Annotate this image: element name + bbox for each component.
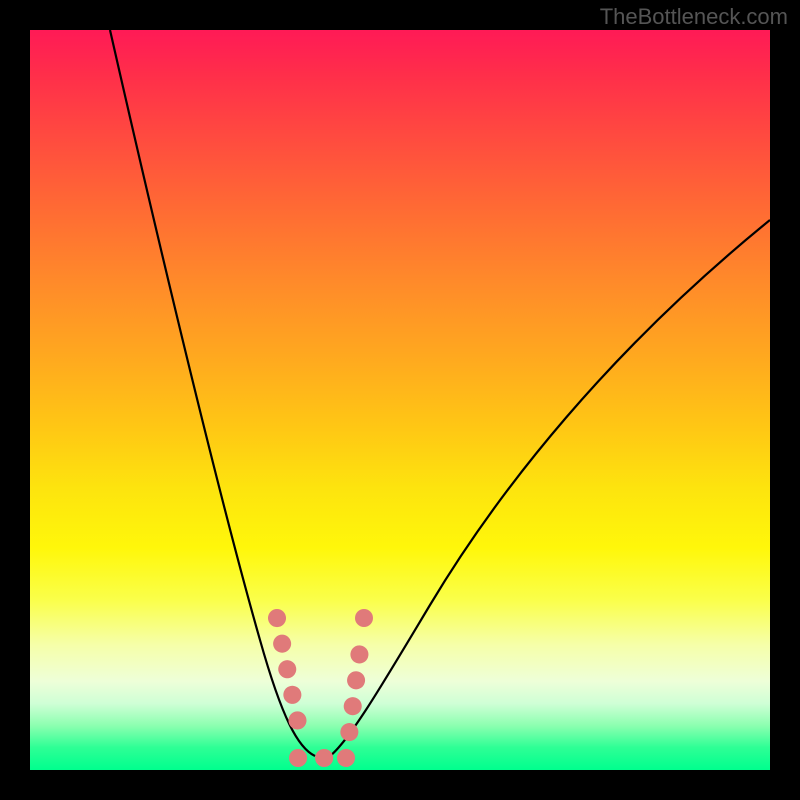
dotted-marker-extra [355, 609, 373, 627]
chart-svg [30, 30, 770, 770]
right-curve [330, 220, 770, 756]
watermark-text: TheBottleneck.com [600, 4, 788, 30]
chart-plot-area [30, 30, 770, 770]
dotted-marker-right [346, 650, 360, 758]
dotted-marker-left [277, 618, 299, 728]
